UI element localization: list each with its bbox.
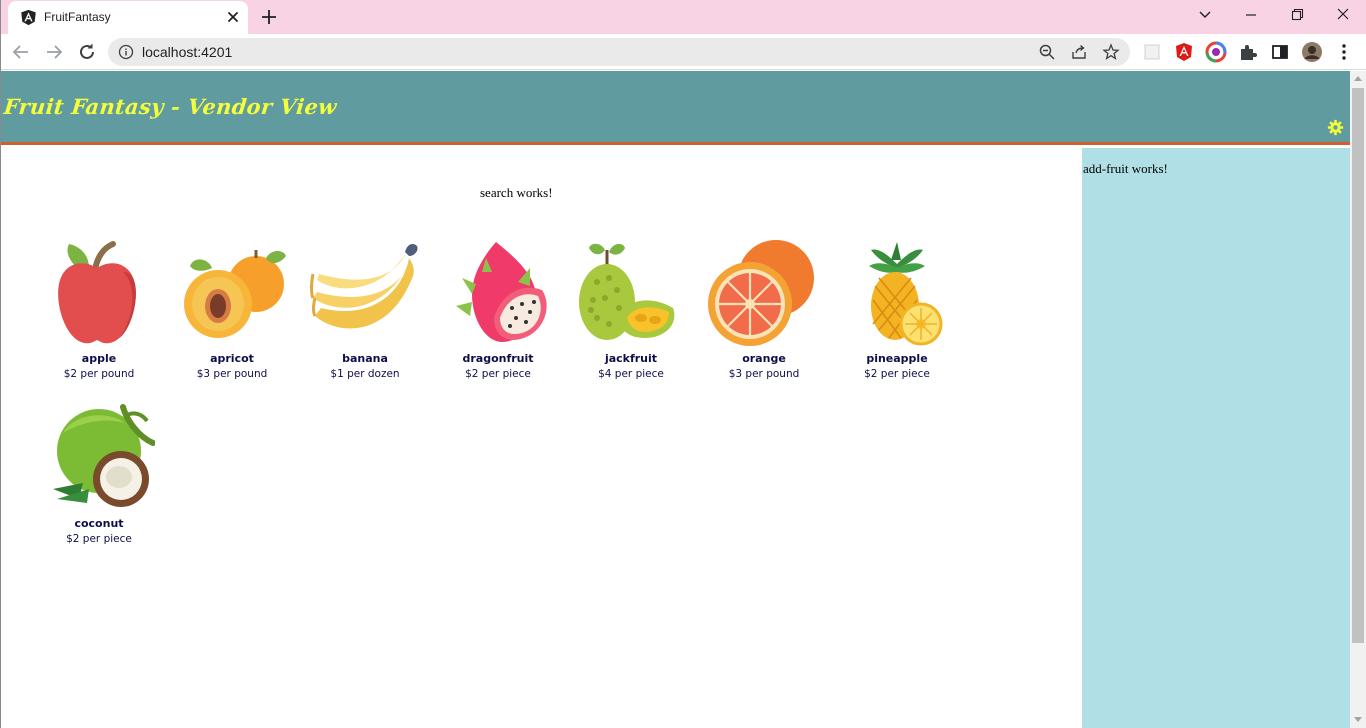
fruit-price: $2 per pound xyxy=(63,368,135,380)
zoom-icon[interactable] xyxy=(1038,43,1056,61)
minimize-icon[interactable] xyxy=(1239,5,1263,25)
fruit-name: coconut xyxy=(74,517,124,530)
apricot-icon xyxy=(184,250,286,338)
fruit-price: $2 per piece xyxy=(66,533,132,545)
browser-tab[interactable]: FruitFantasy xyxy=(8,1,248,34)
fruit-name: orange xyxy=(742,352,786,365)
extension-placeholder-icon[interactable] xyxy=(1141,41,1163,63)
fruit-card-apple[interactable]: apple $2 per pound xyxy=(35,238,163,380)
app-header: Fruit Fantasy - Vendor View xyxy=(1,71,1350,145)
back-icon[interactable] xyxy=(9,40,33,64)
settings-gear-icon[interactable] xyxy=(1327,119,1344,136)
browser-toolbar: localhost:4201 xyxy=(0,34,1366,70)
fruit-catalog: search works! apple $2 per pound apricot… xyxy=(1,148,1082,728)
fruit-price: $2 per piece xyxy=(465,368,531,380)
fruit-name: apricot xyxy=(210,352,254,365)
color-picker-extension-icon[interactable] xyxy=(1205,41,1227,63)
tab-title: FruitFantasy xyxy=(44,10,111,24)
fruit-name: banana xyxy=(342,352,388,365)
jackfruit-icon xyxy=(579,243,675,340)
extensions-puzzle-icon[interactable] xyxy=(1237,41,1259,63)
page-scrollbar[interactable] xyxy=(1350,71,1366,728)
banana-icon xyxy=(310,244,418,329)
add-fruit-component-message: add-fruit works! xyxy=(1083,161,1168,176)
fruit-price: $4 per piece xyxy=(598,368,664,380)
address-bar[interactable]: localhost:4201 xyxy=(108,38,1130,66)
fruit-card-dragonfruit[interactable]: dragonfruit $2 per piece xyxy=(434,238,562,380)
fruit-name: pineapple xyxy=(866,352,928,365)
fruit-price: $2 per piece xyxy=(864,368,930,380)
fruit-name: apple xyxy=(81,352,117,365)
fruit-name: dragonfruit xyxy=(462,352,534,365)
browser-tab-strip: FruitFantasy xyxy=(0,0,1366,34)
reload-icon[interactable] xyxy=(75,40,99,64)
fruit-price: $3 per pound xyxy=(196,368,268,380)
angular-devtools-icon[interactable] xyxy=(1173,41,1195,63)
side-panel-icon[interactable] xyxy=(1269,41,1291,63)
pineapple-icon xyxy=(869,242,943,346)
close-window-icon[interactable] xyxy=(1331,5,1355,25)
share-icon[interactable] xyxy=(1070,43,1088,61)
coconut-icon xyxy=(53,404,155,507)
browser-menu-icon[interactable] xyxy=(1333,41,1355,63)
site-info-icon[interactable] xyxy=(118,44,134,60)
scrollbar-thumb[interactable] xyxy=(1352,88,1364,643)
fruit-card-orange[interactable]: orange $3 per pound xyxy=(700,238,828,380)
angular-favicon-icon xyxy=(21,9,36,26)
fruit-card-jackfruit[interactable]: jackfruit $4 per piece xyxy=(567,238,695,380)
app-page: Fruit Fantasy - Vendor View search works… xyxy=(1,71,1350,728)
fruit-card-coconut[interactable]: coconut $2 per piece xyxy=(35,403,163,545)
fruit-name: jackfruit xyxy=(604,352,658,365)
forward-icon[interactable] xyxy=(42,40,66,64)
new-tab-icon[interactable] xyxy=(259,7,279,27)
dragonfruit-icon xyxy=(456,242,547,342)
close-tab-icon[interactable] xyxy=(224,8,242,26)
tab-search-chevron-icon[interactable] xyxy=(1193,5,1217,25)
page-title: Fruit Fantasy - Vendor View xyxy=(2,94,338,119)
search-component-message: search works! xyxy=(480,185,553,200)
bookmark-star-icon[interactable] xyxy=(1102,43,1120,61)
add-fruit-panel: add-fruit works! xyxy=(1082,148,1350,728)
scroll-down-arrow-icon[interactable] xyxy=(1353,716,1363,724)
url-text[interactable]: localhost:4201 xyxy=(142,44,232,60)
fruit-price: $3 per pound xyxy=(728,368,800,380)
fruit-card-banana[interactable]: banana $1 per dozen xyxy=(301,238,429,380)
apple-icon xyxy=(58,241,136,344)
fruit-card-apricot[interactable]: apricot $3 per pound xyxy=(168,238,296,380)
fruit-price: $1 per dozen xyxy=(330,368,400,380)
profile-avatar-icon[interactable] xyxy=(1301,41,1323,63)
scroll-up-arrow-icon[interactable] xyxy=(1353,74,1363,82)
restore-icon[interactable] xyxy=(1285,5,1309,25)
orange-icon xyxy=(708,240,814,346)
fruit-card-pineapple[interactable]: pineapple $2 per piece xyxy=(833,238,961,380)
